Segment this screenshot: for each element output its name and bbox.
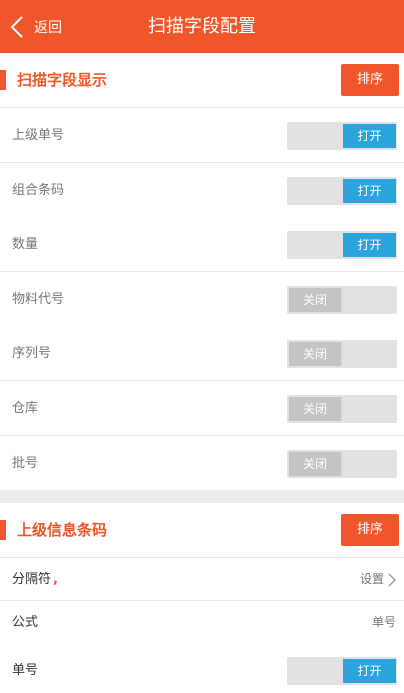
- toggle-knob: 关闭: [289, 288, 342, 312]
- toggle-knob: 打开: [343, 233, 396, 257]
- section-accent-bar: [0, 520, 6, 540]
- field-row-order-number: 单号 打开: [0, 643, 404, 693]
- toggle-knob: 关闭: [289, 397, 342, 421]
- field-toggle[interactable]: 打开: [287, 177, 397, 205]
- field-row-batch-number: 批号 关闭: [0, 436, 404, 491]
- separator-symbol: ,: [53, 572, 58, 587]
- formula-value: 单号: [371, 615, 396, 629]
- section-header-scan-fields: 扫描字段显示 排序: [0, 53, 404, 108]
- field-row-serial-number: 序列号 关闭: [0, 326, 404, 381]
- field-label: 序列号: [12, 346, 52, 361]
- field-label: 仓库: [12, 401, 39, 416]
- field-row-quantity: 数量 打开: [0, 217, 404, 272]
- section-title: 上级信息条码: [17, 521, 108, 539]
- toggle-knob: 打开: [343, 659, 396, 683]
- field-toggle[interactable]: 关闭: [287, 286, 397, 314]
- field-label: 组合条码: [12, 183, 65, 198]
- toggle-knob: 打开: [343, 179, 396, 203]
- field-toggle[interactable]: 关闭: [287, 340, 397, 368]
- section-header-parent-barcode: 上级信息条码 排序: [0, 503, 404, 558]
- back-label: 返回: [34, 19, 62, 36]
- separator-label: 分隔符,: [12, 558, 58, 601]
- field-row-parent-order: 上级单号 打开: [0, 108, 404, 163]
- section-accent-bar: [0, 70, 6, 90]
- chevron-left-icon: [10, 15, 23, 38]
- formula-label: 公式: [12, 615, 39, 630]
- field-toggle[interactable]: 关闭: [287, 450, 397, 478]
- field-toggle[interactable]: 打开: [287, 657, 397, 685]
- toggle-knob: 关闭: [289, 342, 342, 366]
- separator-action[interactable]: 设置: [360, 558, 396, 601]
- field-label: 数量: [12, 237, 39, 252]
- settings-label: 设置: [359, 572, 384, 586]
- field-label: 物料代号: [12, 292, 65, 307]
- field-row-material-code: 物料代号 关闭: [0, 272, 404, 327]
- field-row-combo-barcode: 组合条码 打开: [0, 163, 404, 218]
- separator-label-text: 分隔符: [12, 572, 52, 587]
- field-label: 批号: [12, 456, 39, 471]
- field-row-warehouse: 仓库 关闭: [0, 381, 404, 436]
- section-title: 扫描字段显示: [17, 71, 108, 89]
- toggle-knob: 打开: [343, 124, 396, 148]
- field-toggle[interactable]: 打开: [287, 231, 397, 259]
- field-label: 上级单号: [12, 128, 65, 143]
- app-header: 返回 扫描字段配置: [0, 0, 404, 53]
- toggle-knob: 关闭: [289, 452, 342, 476]
- sort-button[interactable]: 排序: [341, 64, 399, 96]
- chevron-right-icon: [388, 573, 396, 586]
- formula-row: 公式 单号: [0, 601, 404, 644]
- back-button[interactable]: 返回: [0, 0, 80, 53]
- separator-setting-row[interactable]: 分隔符, 设置: [0, 558, 404, 601]
- field-toggle[interactable]: 关闭: [287, 395, 397, 423]
- sort-button[interactable]: 排序: [341, 514, 399, 546]
- field-label: 单号: [12, 663, 39, 678]
- field-toggle[interactable]: 打开: [287, 122, 397, 150]
- section-separator: [0, 490, 404, 503]
